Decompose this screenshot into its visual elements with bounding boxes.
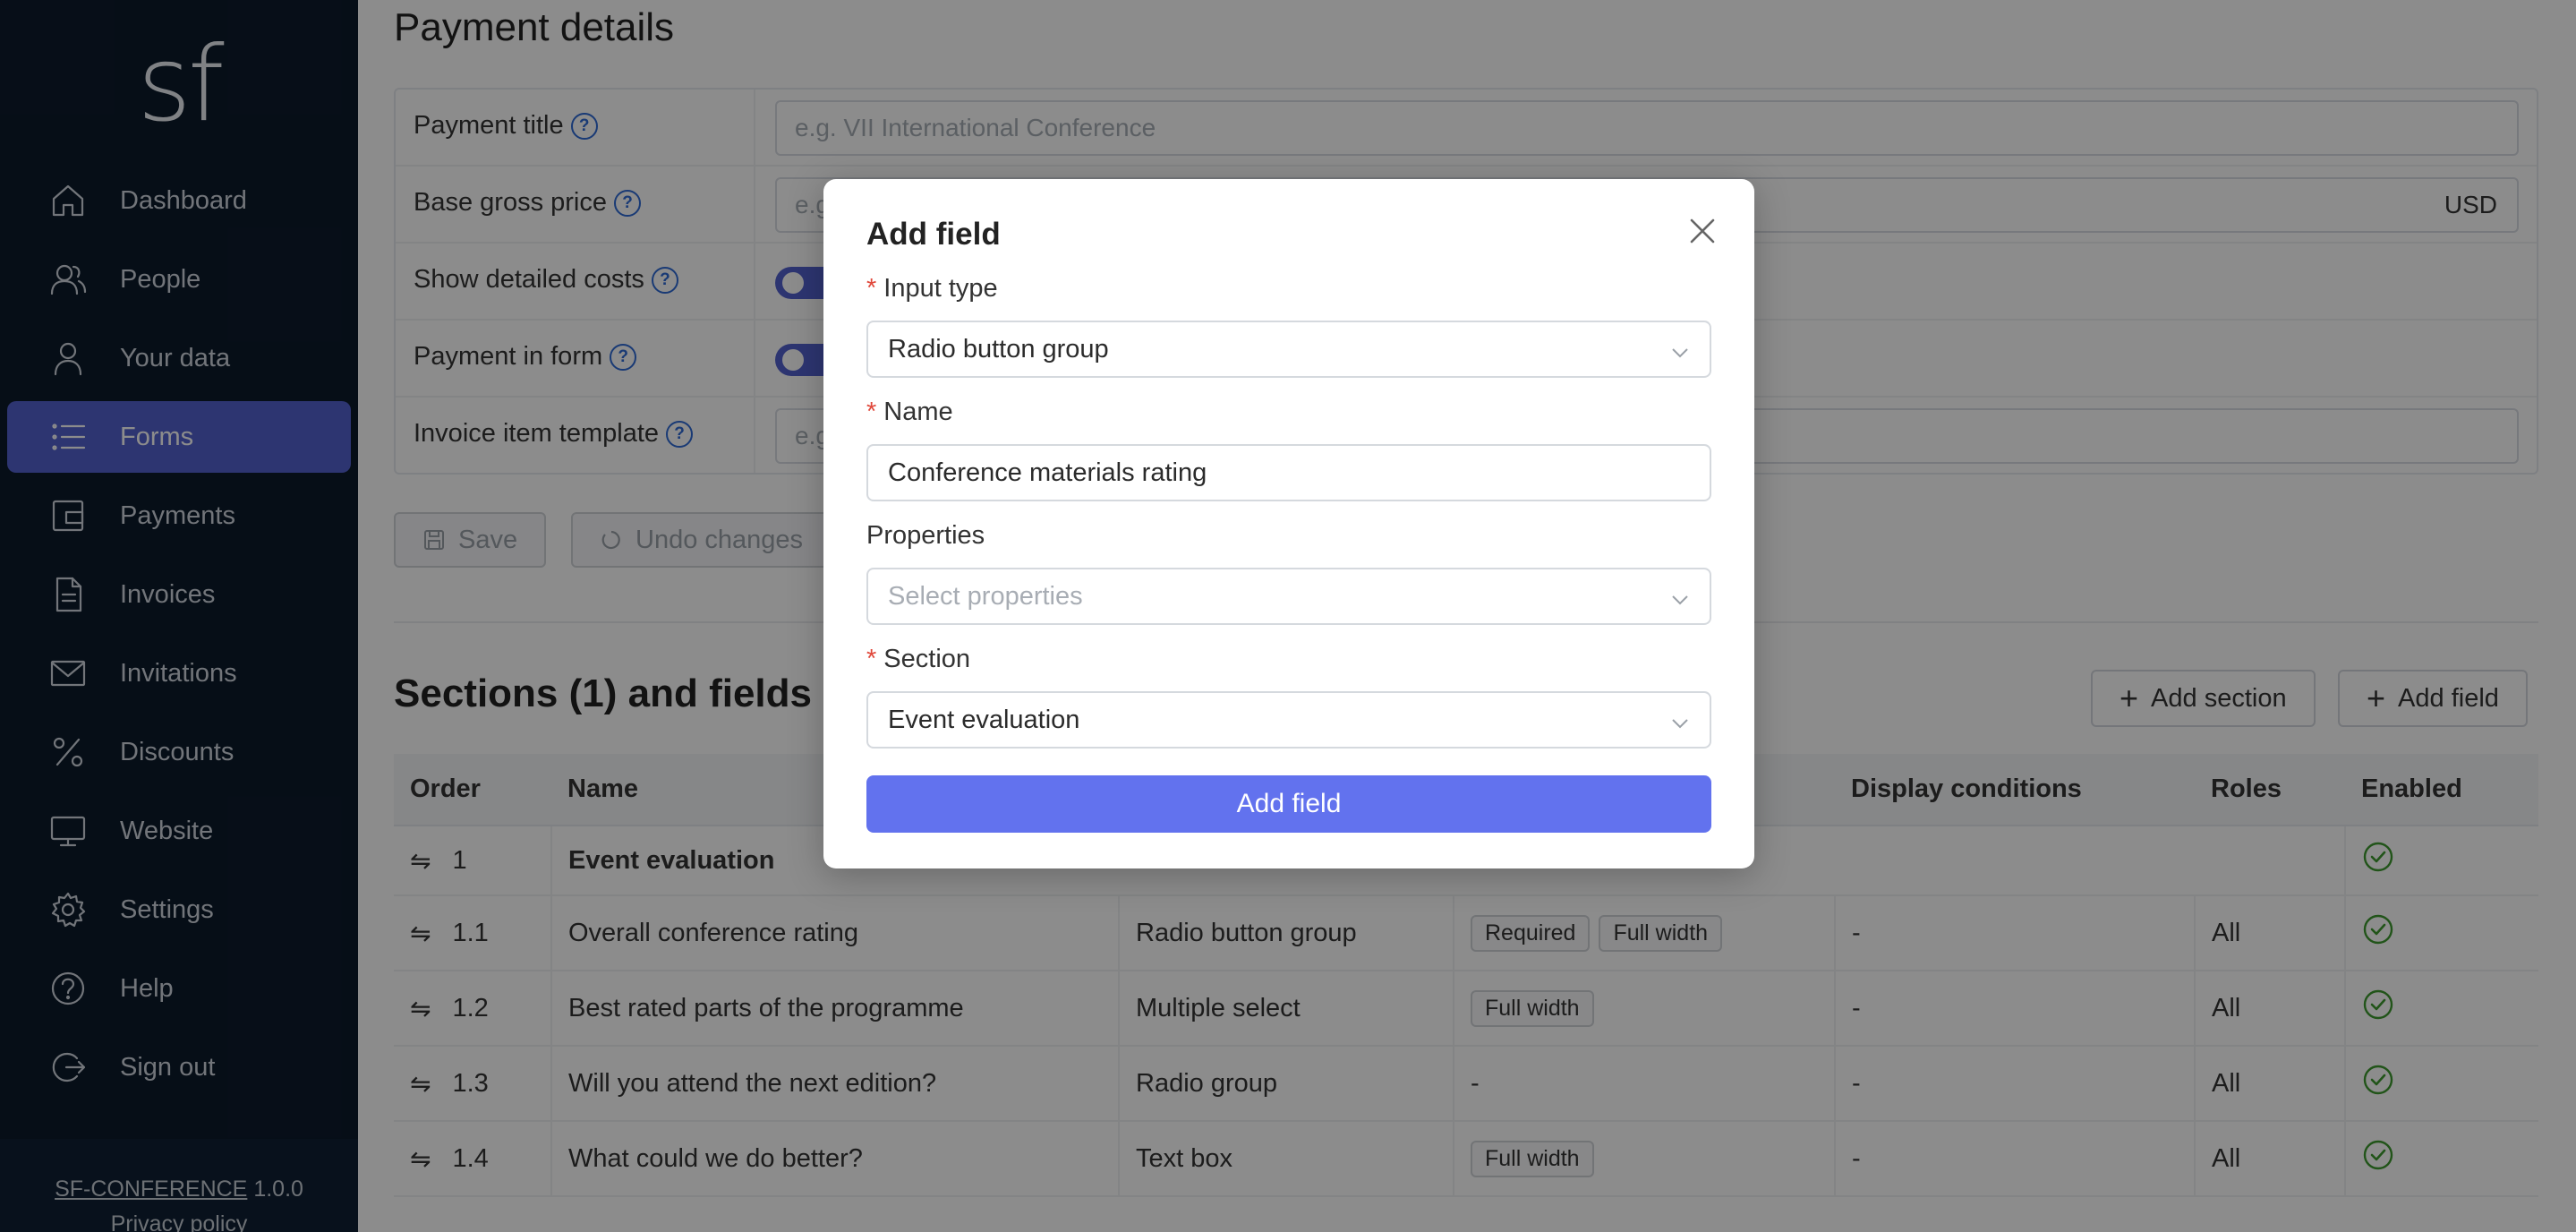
name-label-text: Name xyxy=(883,398,953,426)
required-marker: * xyxy=(866,274,877,303)
section-label-text: Section xyxy=(883,645,971,673)
input-type-select[interactable]: Radio button group xyxy=(866,321,1711,378)
input-type-value: Radio button group xyxy=(888,334,1109,364)
add-field-modal: Add field * Input type Radio button group… xyxy=(823,179,1754,868)
input-type-label-text: Input type xyxy=(883,274,998,303)
chevron-down-icon xyxy=(1670,340,1690,360)
name-label: * Name xyxy=(866,398,953,427)
add-field-submit-button[interactable]: Add field xyxy=(866,775,1711,833)
properties-placeholder: Select properties xyxy=(888,581,1083,611)
required-marker: * xyxy=(866,398,877,426)
name-value: Conference materials rating xyxy=(888,458,1207,487)
section-value: Event evaluation xyxy=(888,705,1080,734)
input-type-label: * Input type xyxy=(866,274,998,304)
chevron-down-icon xyxy=(1670,587,1690,607)
properties-select[interactable]: Select properties xyxy=(866,568,1711,625)
chevron-down-icon xyxy=(1670,711,1690,731)
close-icon[interactable] xyxy=(1685,213,1720,249)
required-marker: * xyxy=(866,645,877,673)
section-select[interactable]: Event evaluation xyxy=(866,691,1711,749)
modal-title: Add field xyxy=(866,217,1001,252)
section-label: * Section xyxy=(866,645,970,674)
name-input[interactable]: Conference materials rating xyxy=(866,444,1711,501)
properties-label: Properties xyxy=(866,521,985,550)
